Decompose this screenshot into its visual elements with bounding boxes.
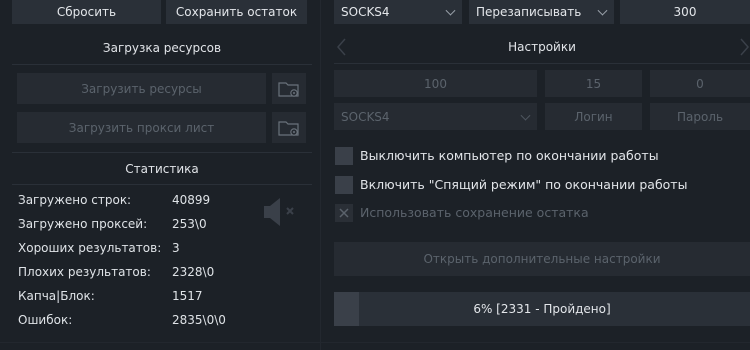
stat-value-bad: 2328\0 [172,265,215,279]
extra-settings-button[interactable]: Открыть дополнительные настройки [334,242,750,276]
load-proxy-button[interactable]: Загрузить прокси лист [17,112,266,143]
stats-divider [12,184,312,185]
proxy-type-select-2[interactable]: SOCKS4 [334,103,537,130]
load-proxy-folder-button[interactable] [272,112,306,143]
resources-divider [12,64,312,65]
stat-label-errors: Ошибок: [18,313,73,327]
settings-field-3[interactable]: 0 [650,70,750,97]
stat-label-proxies: Загружено проксей: [18,217,148,231]
folder-icon [278,81,299,97]
stats-top-divider [12,152,312,153]
chevron-down-icon [520,110,531,121]
settings-divider [334,63,750,64]
reset-button[interactable]: Сбросить [12,0,161,24]
save-rest-label: Использовать сохранение остатка [360,205,589,220]
stat-label-lines: Загружено строк: [18,193,132,207]
password-field[interactable]: Пароль [650,103,750,130]
progress-bar: 6% [2331 - Пройдено] [334,292,750,326]
sound-muted-icon[interactable] [260,194,300,230]
shutdown-label: Выключить компьютер по окончании работы [360,148,659,163]
load-resources-button[interactable]: Загрузить ресурсы [17,73,266,104]
stat-label-bad: Плохих результатов: [18,265,151,279]
sleep-checkbox[interactable] [335,176,353,194]
chevron-down-icon [597,5,608,16]
login-field[interactable]: Логин [545,103,642,130]
chevron-right-icon[interactable] [738,37,750,57]
threads-field[interactable]: 300 [620,0,750,24]
stat-value-captcha: 1517 [172,289,203,303]
panel-separator [320,0,321,350]
write-mode-select[interactable]: Перезаписывать [469,0,614,24]
shutdown-checkbox[interactable] [335,147,353,165]
save-rest-checkbox[interactable] [335,204,353,222]
resources-section-title: Загрузка ресурсов [102,41,222,55]
bottom-divider [0,342,750,343]
proxy-type-value: SOCKS4 [341,5,390,19]
proxy-type-2-value: SOCKS4 [341,109,390,124]
stat-value-good: 3 [172,241,180,255]
settings-field-2[interactable]: 15 [545,70,642,97]
chevron-down-icon [445,5,456,16]
sleep-label: Включить "Спящий режим" по окончании раб… [360,177,688,192]
checkmark-icon [339,208,349,218]
progress-text: 6% [2331 - Пройдено] [473,302,611,316]
proxy-type-select[interactable]: SOCKS4 [334,0,462,24]
stat-label-good: Хороших результатов: [18,241,162,255]
settings-section-title: Настройки [508,40,576,54]
stats-section-title: Статистика [125,162,199,176]
stat-value-proxies: 253\0 [172,217,207,231]
stat-value-errors: 2835\0\0 [172,313,226,327]
stat-label-captcha: Капча|Блок: [18,289,95,303]
settings-field-1[interactable]: 100 [334,70,537,97]
load-resources-folder-button[interactable] [272,73,306,104]
write-mode-value: Перезаписывать [476,5,582,19]
save-rest-button[interactable]: Сохранить остаток [166,0,307,24]
folder-icon [278,120,299,136]
stat-value-lines: 40899 [172,193,211,207]
